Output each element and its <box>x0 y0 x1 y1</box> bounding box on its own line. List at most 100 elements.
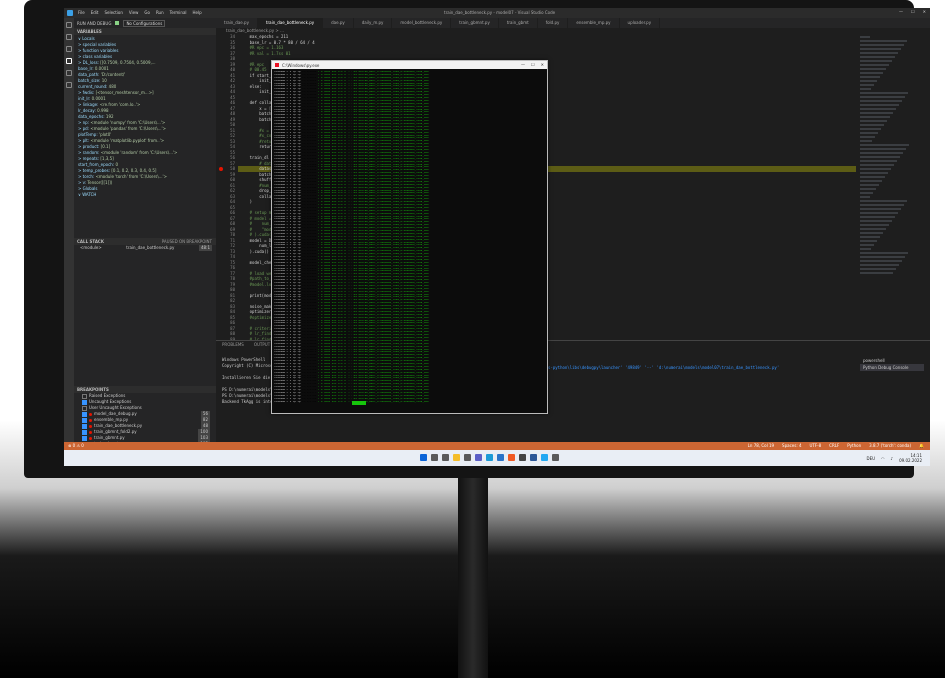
menu-item-file[interactable]: File <box>78 10 85 15</box>
minimap[interactable] <box>856 34 916 340</box>
console-line-scores: r 0 4x0x 0x1 0.2 0 ... 84 scores_wsot_0.… <box>317 328 429 331</box>
callstack-header[interactable]: CALL STACK PAUSED ON BREAKPOINT <box>74 238 216 245</box>
minimap-line <box>860 268 896 270</box>
menu-item-selection[interactable]: Selection <box>104 10 122 15</box>
console-line-scores: r 0 4x0x 0x1 0.2 0 ... 84 scores_wsot_0.… <box>317 99 429 102</box>
console-line-prefix: runname = 1 tp tp <box>274 267 301 270</box>
close-button[interactable]: ✕ <box>923 9 926 14</box>
console-title: C:\Windows\py.exe <box>282 63 320 68</box>
wifi-icon[interactable]: ◠ <box>881 456 885 461</box>
menu-item-terminal[interactable]: Terminal <box>170 10 187 15</box>
console-line-scores: r 0 4x0x 0x1 0.2 0 ... 84 scores_wsot_0.… <box>317 368 429 371</box>
breakpoint-checkbox[interactable] <box>82 411 87 417</box>
status-item[interactable]: CRLF <box>829 443 839 448</box>
breakpoints-header[interactable]: BREAKPOINTS <box>74 386 216 393</box>
console-minimize-button[interactable]: — <box>521 62 525 67</box>
brave-icon[interactable] <box>508 454 515 461</box>
breakpoint-checkbox[interactable] <box>82 393 87 399</box>
tab-dae-py[interactable]: dae.py <box>323 18 354 28</box>
search-icon[interactable] <box>431 454 438 461</box>
console-line-prefix: runname = 1 tp tp <box>274 342 301 345</box>
start-icon[interactable] <box>420 454 427 461</box>
console-line-prefix: runname = 1 tp tp <box>274 123 301 126</box>
extensions-icon[interactable] <box>66 70 72 76</box>
status-item[interactable]: UTF-8 <box>809 443 821 448</box>
console-window[interactable]: C:\Windows\py.exe — ☐ ✕ runname = 1 tp t… <box>271 60 548 414</box>
console-line-scores: r 0 4x0x 0x1 0.2 0 ... 84 scores_wsot_0.… <box>317 198 429 201</box>
terminal-instance[interactable]: Python Debug Console <box>860 364 924 371</box>
tab-uploader-py[interactable]: uploader.py <box>620 18 661 28</box>
console-line-scores: r 0 4x0x 0x1 0.2 0 ... 84 scores_wsot_0.… <box>317 235 429 238</box>
console-close-button[interactable]: ✕ <box>541 62 544 67</box>
settings-icon[interactable] <box>552 454 559 461</box>
callstack-status: PAUSED ON BREAKPOINT <box>161 239 212 244</box>
tab-train-dae-bottleneck-py[interactable]: train_dae_bottleneck.py <box>257 18 324 28</box>
console-maximize-button[interactable]: ☐ <box>531 62 535 67</box>
tab-train-dae-py[interactable]: train_dae.py <box>216 18 258 28</box>
minimap-line <box>860 80 877 82</box>
task-view-icon[interactable] <box>442 454 449 461</box>
status-item[interactable]: 🔔 <box>919 443 924 448</box>
terminal-instance[interactable]: powershell <box>860 357 924 364</box>
tab-train-gbmnt-py[interactable]: train_gbmnt.py <box>451 18 499 28</box>
search-icon[interactable] <box>66 34 72 40</box>
menu-item-help[interactable]: Help <box>193 10 202 15</box>
explorer-icon[interactable] <box>453 454 460 461</box>
problems-status[interactable]: ⊗ 0 ⚠ 0 <box>68 443 84 448</box>
panel-tab-output[interactable]: OUTPUT <box>254 341 270 349</box>
status-item[interactable]: Spaces: 4 <box>782 443 801 448</box>
breakpoint-checkbox[interactable] <box>82 417 87 423</box>
console-line-prefix: runname = 1 tp tp <box>274 154 301 157</box>
tab-ensemble-mp-py[interactable]: ensemble_mp.py <box>568 18 620 28</box>
variables-header[interactable]: VARIABLES <box>74 28 216 35</box>
variable-name: base_lr: <box>78 66 94 71</box>
tab-daily-m-py[interactable]: daily_m.py <box>354 18 393 28</box>
powershell-icon[interactable] <box>530 454 537 461</box>
breakpoint-checkbox[interactable] <box>82 429 87 435</box>
console-title-bar[interactable]: C:\Windows\py.exe — ☐ ✕ <box>272 61 547 69</box>
tab-fold-py[interactable]: fold.py <box>538 18 569 28</box>
panel-tab-problems[interactable]: PROBLEMS <box>222 341 244 349</box>
callstack-frame[interactable]: <module> train_dae_bottleneck.py 48:1 <box>74 245 216 251</box>
console-line-scores: r 0 4x0x 0x1 0.2 0 ... 84 scores_wsot_0.… <box>317 267 429 270</box>
tab-train-gbmt[interactable]: train_gbmt <box>499 18 538 28</box>
vscode-icon[interactable] <box>541 454 548 461</box>
status-item[interactable]: Ln 78, Col 19 <box>748 443 774 448</box>
edge-icon[interactable] <box>486 454 493 461</box>
menu-item-view[interactable]: View <box>129 10 139 15</box>
minimize-button[interactable]: — <box>899 9 903 14</box>
volume-icon[interactable]: ♪ <box>891 456 894 461</box>
tab-model-bottleneck-py[interactable]: model_bottleneck.py <box>392 18 452 28</box>
minimap-line <box>860 264 899 266</box>
chat-icon[interactable] <box>475 454 482 461</box>
menu-item-go[interactable]: Go <box>144 10 150 15</box>
breakpoint-checkbox[interactable] <box>82 405 87 411</box>
mail-icon[interactable] <box>497 454 504 461</box>
console-line-prefix: runname = 1 tp tp <box>274 365 301 368</box>
variable-row[interactable]: ∨ WATCH <box>78 192 216 198</box>
console-line-scores: r 0 4x0x 0x1 0.2 0 ... 84 scores_wsot_0.… <box>317 348 429 351</box>
status-item[interactable]: Python <box>847 443 861 448</box>
breakpoint-dot-icon <box>89 412 92 416</box>
start-debugging-icon[interactable] <box>115 21 120 25</box>
clock[interactable]: 14:11 09.02.2022 <box>899 453 922 463</box>
status-item[interactable]: 3.8.7 ('torch': conda) <box>869 443 911 448</box>
breakpoint-checkbox[interactable] <box>82 423 87 429</box>
explorer-icon[interactable] <box>66 22 72 28</box>
windows-taskbar: DEU ◠ ♪ 14:11 09.02.2022 <box>64 450 930 466</box>
config-select[interactable]: No Configurations <box>123 19 166 27</box>
menu-item-run[interactable]: Run <box>156 10 164 15</box>
minimap-line <box>860 272 893 274</box>
maximize-button[interactable]: ☐ <box>911 9 915 14</box>
testing-icon[interactable] <box>66 82 72 88</box>
breakpoint-checkbox[interactable] <box>82 435 87 441</box>
photos-icon[interactable] <box>464 454 471 461</box>
store-icon[interactable] <box>519 454 526 461</box>
menu-item-edit[interactable]: Edit <box>91 10 99 15</box>
source-control-icon[interactable] <box>66 46 72 52</box>
console-line-scores: r 0 4x0x 0x1 0.2 0 ... 84 scores_wsot_0.… <box>317 215 429 218</box>
run-debug-icon[interactable] <box>66 58 72 64</box>
breakpoint-checkbox[interactable] <box>82 399 87 405</box>
console-line-prefix: runname = 1 tp tp <box>274 85 301 88</box>
language-indicator[interactable]: DEU <box>866 456 875 461</box>
